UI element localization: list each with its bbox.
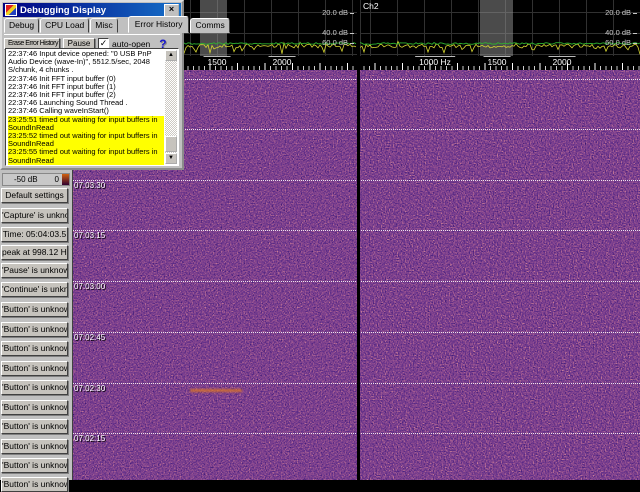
- waterfall-timestamp: 07:03:15: [74, 231, 105, 240]
- palette-gradient: [62, 174, 69, 185]
- db-scale-label: 60.0 dB: [322, 38, 354, 47]
- generic-button[interactable]: 'Button' is unknown: [1, 439, 68, 454]
- time-button[interactable]: Time: 05:04:03.5: [1, 227, 68, 242]
- db-scale-label: 40.0 dB: [322, 28, 354, 37]
- palette-max-label: 0: [55, 175, 59, 184]
- waterfall-timestamp: 07:02:30: [74, 384, 105, 393]
- scrollbar-thumb[interactable]: [165, 136, 177, 152]
- freq-tick-label: 1500: [204, 56, 231, 67]
- freq-tick-label: 1000 Hz: [415, 56, 455, 67]
- generic-button[interactable]: 'Button' is unknown: [1, 341, 68, 356]
- tab-bar: Debug CPU Load Misc Error History Comms: [2, 18, 182, 33]
- time-gridline: [72, 383, 640, 384]
- title-bar[interactable]: Debugging Display ×: [3, 3, 181, 17]
- time-gridline: [72, 281, 640, 282]
- log-line-warning: 23:25:51 timed out waiting for input buf…: [8, 116, 164, 132]
- continue-button[interactable]: 'Continue' is unknown: [1, 282, 68, 297]
- tab-error-history[interactable]: Error History: [128, 16, 190, 33]
- waterfall-ch2: [360, 70, 640, 480]
- pause-button[interactable]: 'Pause' is unknown: [1, 263, 68, 278]
- waterfall-timestamp: 07:03:30: [74, 181, 105, 190]
- capture-button[interactable]: 'Capture' is unknown: [1, 208, 68, 223]
- scroll-up-icon[interactable]: ▲: [165, 50, 177, 61]
- time-gridline: [72, 180, 640, 181]
- close-icon[interactable]: ×: [164, 4, 179, 17]
- window-title: Debugging Display: [20, 5, 164, 16]
- tab-cpu-load[interactable]: CPU Load: [40, 18, 89, 33]
- log-line-warning: 23:25:55 timed out waiting for input buf…: [8, 148, 164, 164]
- freq-tick-label: 2000: [549, 56, 576, 67]
- db-scale-label: 20.0 dB: [605, 8, 637, 17]
- palette-min-label: -50 dB: [14, 175, 38, 184]
- auto-open-label: auto-open: [112, 39, 150, 49]
- tab-misc[interactable]: Misc: [90, 18, 117, 33]
- generic-button[interactable]: 'Button' is unknown: [1, 322, 68, 337]
- generic-button[interactable]: 'Button' is unknown: [1, 380, 68, 395]
- log-line-error: 23:25:58 SoundErrorIn changed, no input: [8, 165, 164, 166]
- log-line: 22:37:46 Input device opened: "0 USB PnP…: [8, 50, 164, 75]
- db-scale-label: 60.0 dB: [605, 38, 637, 47]
- db-scale-label: 20.0 dB: [322, 8, 354, 17]
- tab-debug[interactable]: Debug: [4, 18, 39, 33]
- error-log-list[interactable]: 22:37:46 Input device opened: "0 USB PnP…: [5, 48, 179, 166]
- db-scale-label: 40.0 dB: [605, 28, 637, 37]
- default-settings-button[interactable]: Default settings: [1, 188, 68, 203]
- tab-comms[interactable]: Comms: [190, 18, 229, 33]
- channel2-label: Ch2: [363, 1, 379, 11]
- generic-button[interactable]: 'Button' is unknown: [1, 302, 68, 317]
- freq-tick-label: 1500: [484, 56, 511, 67]
- debugging-display-window: Debugging Display × Debug CPU Load Misc …: [0, 0, 184, 170]
- generic-button[interactable]: 'Button' is unknown: [1, 419, 68, 434]
- waterfall-timestamp: 07:02:45: [74, 333, 105, 342]
- time-gridline: [72, 230, 640, 231]
- waterfall-timestamp: 07:02:15: [74, 434, 105, 443]
- generic-button[interactable]: 'Button' is unknown: [1, 477, 68, 492]
- freq-tick-label: 2000: [269, 56, 296, 67]
- app-icon: [5, 4, 17, 16]
- generic-button[interactable]: 'Button' is unknown: [1, 361, 68, 376]
- scroll-down-icon[interactable]: ▼: [165, 153, 177, 164]
- generic-button[interactable]: 'Button' is unknown: [1, 400, 68, 415]
- signal-streak: [190, 389, 242, 392]
- peak-button[interactable]: peak at 998.12 Hz: [1, 245, 68, 260]
- channel-divider: [357, 0, 360, 480]
- waterfall-timestamp: 07:03:00: [74, 282, 105, 291]
- time-gridline: [72, 332, 640, 333]
- generic-button[interactable]: 'Button' is unknown: [1, 458, 68, 473]
- amplitude-palette-bar: -50 dB 0: [2, 173, 70, 186]
- spectrum-app: 20.0 dB 40.0 dB 60.0 dB Ch2 20.0 dB 40.0…: [0, 0, 640, 480]
- log-scrollbar[interactable]: ▲ ▼: [165, 50, 177, 164]
- log-line-warning: 23:25:52 timed out waiting for input buf…: [8, 132, 164, 148]
- time-gridline: [72, 433, 640, 434]
